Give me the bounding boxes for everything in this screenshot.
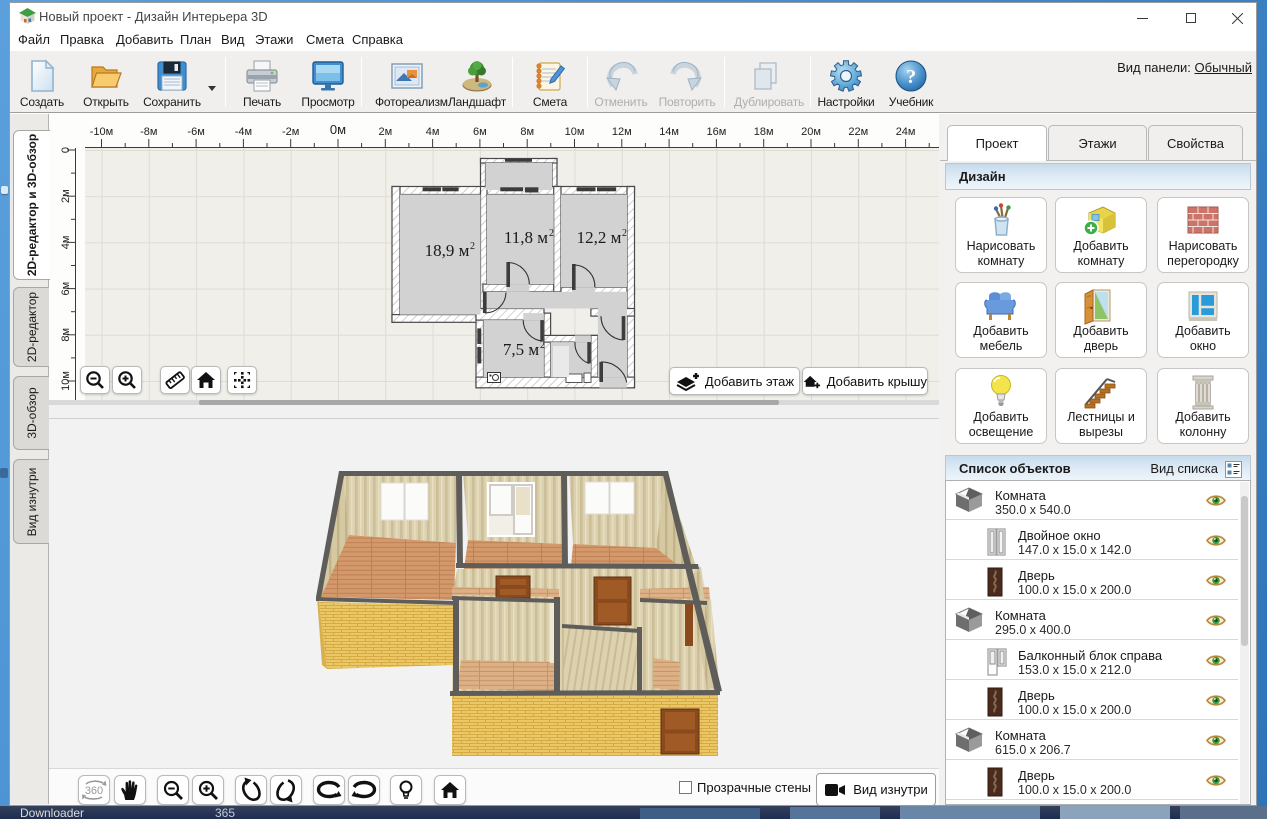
svg-text:2: 2 <box>549 228 554 239</box>
svg-text:2: 2 <box>470 241 475 252</box>
svg-text:7,5 м: 7,5 м <box>503 340 540 359</box>
svg-text:?: ? <box>906 66 916 88</box>
svg-text:2: 2 <box>622 228 627 239</box>
svg-text:11,8 м: 11,8 м <box>504 228 548 247</box>
svg-text:12,2 м: 12,2 м <box>577 228 622 247</box>
svg-text:18,9 м: 18,9 м <box>425 241 470 260</box>
svg-text:2: 2 <box>540 340 545 351</box>
svg-text:360: 360 <box>85 785 103 797</box>
